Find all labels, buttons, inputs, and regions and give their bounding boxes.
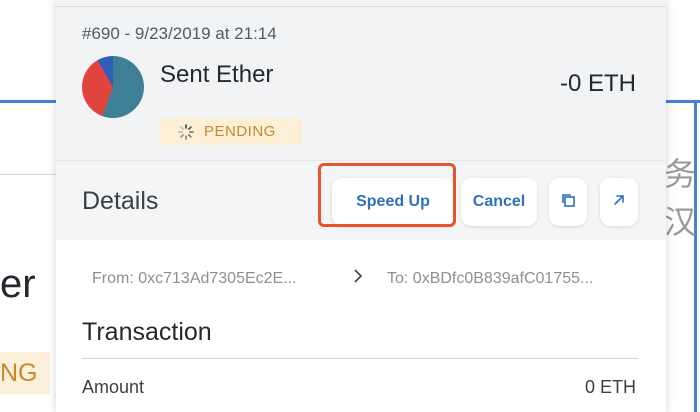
open-in-explorer-button[interactable] bbox=[600, 178, 638, 226]
speed-up-highlight bbox=[318, 163, 456, 227]
spinner-icon bbox=[178, 123, 194, 140]
transaction-meta: #690 - 9/23/2019 at 21:14 bbox=[82, 24, 277, 43]
chevron-right-icon bbox=[352, 268, 364, 289]
transaction-title: Sent Ether bbox=[160, 61, 274, 88]
status-badge-label: PENDING bbox=[204, 123, 276, 140]
copy-button[interactable] bbox=[549, 178, 587, 226]
amount-row-label: Amount bbox=[82, 377, 145, 397]
background-status-fragment: NG bbox=[0, 352, 50, 394]
panel-top-border bbox=[56, 6, 666, 7]
external-link-icon bbox=[614, 194, 624, 205]
cancel-button[interactable]: Cancel bbox=[461, 178, 537, 226]
from-address[interactable]: From: 0xc713Ad7305Ec2E... bbox=[92, 270, 297, 288]
transaction-amount: -0 ETH bbox=[559, 70, 636, 97]
to-address[interactable]: To: 0xBDfc0B839afC01755... bbox=[387, 270, 593, 288]
details-label: Details bbox=[82, 187, 159, 215]
transaction-detail-panel: #690 - 9/23/2019 at 21:14 Sent Ether -0 … bbox=[56, 0, 666, 412]
copy-icon bbox=[562, 193, 575, 207]
transaction-content: From: 0xc713Ad7305Ec2E... To: 0xBDfc0B83… bbox=[56, 240, 666, 412]
amount-row-value: 0 ETH bbox=[584, 377, 636, 397]
background-divider bbox=[0, 174, 56, 175]
background-cjk-text: 务 汉 bbox=[664, 155, 697, 241]
account-avatar bbox=[82, 56, 144, 118]
background-title-fragment: er bbox=[0, 262, 36, 306]
section-divider bbox=[82, 358, 638, 359]
section-title: Transaction bbox=[82, 318, 212, 346]
background-frame-line bbox=[0, 100, 56, 103]
status-badge: PENDING bbox=[160, 118, 302, 145]
background-frame-edge bbox=[694, 100, 697, 412]
